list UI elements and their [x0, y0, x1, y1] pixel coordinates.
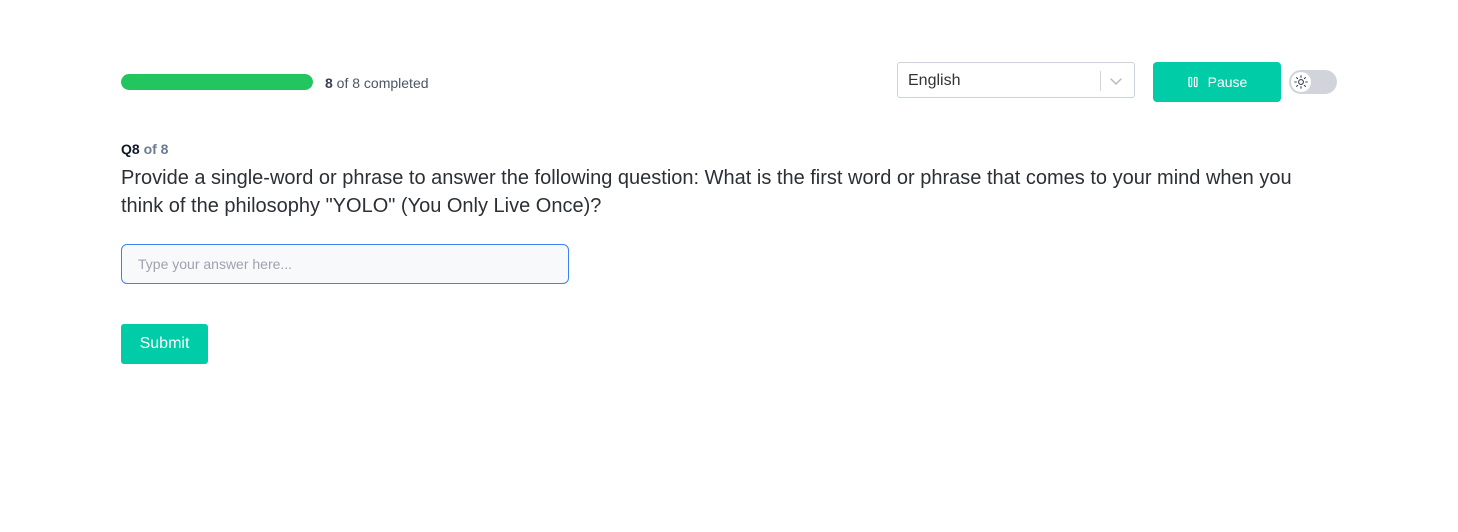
answer-input[interactable] [121, 244, 569, 284]
question-number: Q8 [121, 141, 140, 157]
pause-button-label: Pause [1207, 74, 1248, 90]
quiz-page: 8 of 8 completed English Pause Q8 of 8 P… [0, 0, 1458, 532]
language-select-value: English [908, 72, 961, 89]
language-select-separator [1100, 71, 1101, 91]
question-text: Provide a single-word or phrase to answe… [121, 167, 1292, 217]
question-counter: Q8 of 8 [121, 141, 168, 157]
language-select[interactable]: English [897, 62, 1135, 98]
theme-toggle-knob [1291, 72, 1311, 92]
theme-toggle[interactable] [1289, 70, 1337, 94]
question-total: of 8 [139, 141, 169, 157]
progress-bar-fill [121, 74, 313, 90]
progress-label: 8 of 8 completed [325, 74, 429, 92]
progress-bar [121, 74, 313, 90]
progress-suffix: of 8 completed [332, 75, 429, 91]
chevron-down-icon[interactable] [1109, 74, 1123, 88]
pause-button[interactable]: Pause [1153, 62, 1281, 102]
pause-icon [1188, 76, 1198, 88]
submit-button[interactable]: Submit [121, 324, 208, 364]
sun-icon [1294, 75, 1308, 89]
progress-completed-count: 8 [325, 75, 333, 91]
